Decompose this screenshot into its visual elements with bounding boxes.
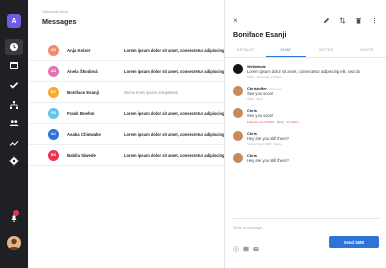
composer-placeholder: Write a message...	[233, 225, 266, 230]
composer-toolbar: Send SMS	[233, 236, 379, 252]
contact-name: Boniface Esanji	[67, 89, 99, 95]
chat-thread: Wellwinde Lorem ipsum dolor sit amet, co…	[233, 64, 383, 170]
add-icon[interactable]	[233, 239, 239, 252]
send-sms-button[interactable]: Send SMS	[329, 236, 379, 248]
sort-icon[interactable]	[338, 16, 346, 24]
message-meta: Sent to Sent SMS · Seen	[247, 141, 282, 146]
message-body: See you soon!	[247, 91, 274, 97]
chat-message: Chris Hey are you still there? Sent to S…	[233, 130, 383, 146]
gear-icon[interactable]	[8, 155, 20, 167]
contact-name: Asaka Chinwake	[67, 131, 101, 137]
message-error[interactable]: Failed to send SMS · Retry · 11:33am	[247, 120, 383, 124]
message-row[interactable]: FB Frank Boehm Lorem ipsum dolor sit ame…	[28, 103, 224, 124]
message-row[interactable]: AK Anja Keizer Lorem ipsum dolor sit ame…	[28, 40, 224, 61]
contact-avatar: AK	[48, 44, 59, 56]
page-title: Messages	[42, 17, 77, 26]
contact-avatar: BC	[48, 86, 59, 98]
trash-icon[interactable]	[354, 16, 362, 24]
sender-avatar	[233, 152, 243, 163]
tab-visits[interactable]: VISITS	[347, 46, 386, 57]
nav-rail: A	[0, 0, 28, 268]
message-meta: SMS · Sent	[247, 97, 263, 102]
sender-avatar	[233, 108, 243, 119]
image-icon[interactable]	[243, 239, 249, 252]
contact-avatar: AS	[48, 65, 59, 77]
chat-message: Wellwinde Lorem ipsum dolor sit amet, co…	[233, 64, 383, 79]
close-icon[interactable]: ×	[233, 16, 238, 25]
clock-icon[interactable]	[5, 39, 23, 55]
message-preview: Lorem ipsum dolor sit amet, consectetur …	[124, 131, 224, 137]
notification-badge	[13, 210, 19, 216]
calendar-icon[interactable]	[8, 59, 20, 71]
message-row[interactable]: BS Babila Siwede Lorem ipsum dolor sit a…	[28, 145, 224, 166]
contact-avatar: AC	[48, 128, 59, 140]
message-body: See you soon!	[247, 113, 274, 119]
edit-icon[interactable]	[322, 16, 330, 24]
contact-name: Babila Siwede	[67, 152, 96, 158]
contact-avatar: FB	[48, 107, 59, 119]
tab-details[interactable]: DETAILS	[225, 46, 266, 57]
message-row[interactable]: BC Boniface Esanji Nemo enim ipsam volup…	[28, 82, 224, 103]
template-icon[interactable]	[253, 239, 259, 251]
tab-notes[interactable]: NOTES	[306, 46, 347, 57]
brand-logo[interactable]: A	[7, 14, 21, 28]
breadcrumb[interactable]: Voicemail inbox	[42, 10, 68, 14]
people-icon[interactable]	[8, 117, 20, 129]
sender-avatar	[233, 64, 243, 74]
message-meta: SMS · Yesterday 1:34am	[247, 75, 282, 80]
chat-message: Chris See you soon! Failed to send SMS ·…	[233, 108, 383, 124]
app: A Voicemail inbox Messages AK Anja Keize…	[0, 0, 386, 268]
chat-message: Chris Hey are you still there?	[233, 152, 383, 163]
check-icon[interactable]	[8, 79, 20, 91]
message-body: Lorem ipsum dolor sit amet, consectetur …	[247, 69, 361, 74]
message-preview: Lorem ipsum dolor sit amet, consectetur …	[124, 47, 224, 53]
panel-actions	[322, 16, 378, 24]
chat-message: Christoffer Just now See you soon! SMS · …	[233, 86, 383, 101]
user-avatar[interactable]	[7, 236, 21, 250]
message-preview: Lorem ipsum dolor sit amet, consectetur …	[124, 152, 224, 158]
more-vertical-icon[interactable]	[370, 16, 378, 24]
sender-avatar	[233, 86, 243, 97]
tab-chat[interactable]: CHAT	[265, 46, 306, 57]
message-row[interactable]: AC Asaka Chinwake Lorem ipsum dolor sit …	[28, 124, 224, 145]
sitemap-icon[interactable]	[8, 99, 20, 111]
sender-avatar	[233, 130, 243, 141]
message-body: Hey are you still there?	[247, 135, 289, 141]
contact-name: Anja Keizer	[67, 47, 91, 53]
message-composer[interactable]: Write a message...	[233, 218, 379, 230]
contact-title: Boniface Esanji	[233, 30, 287, 39]
message-preview: Lorem ipsum dolor sit amet, consectetur …	[124, 110, 224, 116]
contact-avatar: BS	[48, 149, 59, 161]
contact-name: Anela Škodová	[67, 68, 98, 74]
panel-tabs: DETAILS CHAT NOTES VISITS	[225, 46, 386, 58]
message-preview: Lorem ipsum dolor sit amet, consectetur …	[124, 68, 224, 74]
trend-icon[interactable]	[8, 137, 20, 149]
conversation-panel: × Boniface Esanji DETAILS CHAT NOTES VIS…	[224, 0, 386, 268]
message-body: Hey are you still there?	[247, 157, 289, 163]
messages-list-pane: Voicemail inbox Messages AK Anja Keizer …	[28, 0, 224, 268]
message-preview: Nemo enim ipsam voluptatem	[124, 89, 179, 95]
message-row[interactable]: AS Anela Škodová Lorem ipsum dolor sit a…	[28, 61, 224, 82]
message-rows: AK Anja Keizer Lorem ipsum dolor sit ame…	[28, 40, 224, 166]
contact-name: Frank Boehm	[67, 110, 95, 116]
